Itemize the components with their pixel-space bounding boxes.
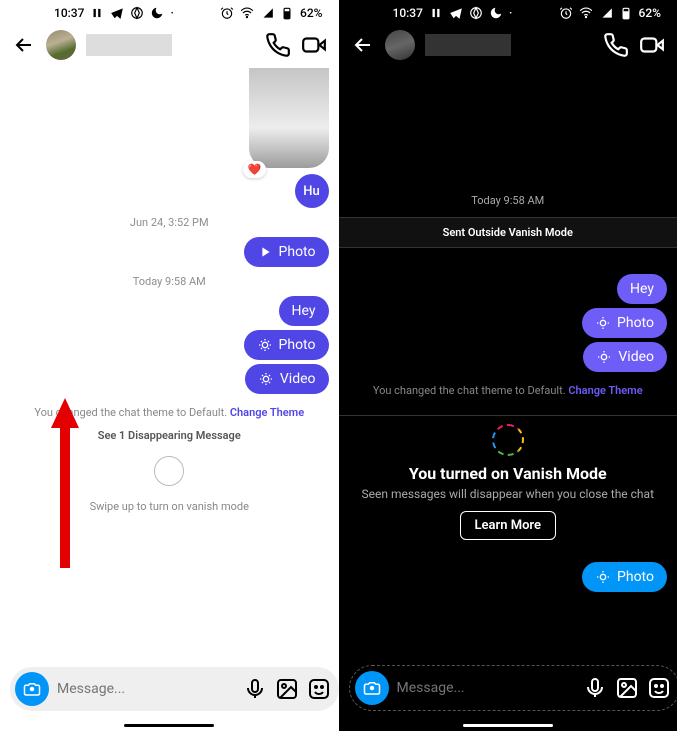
message-bubble[interactable]: Hey — [617, 274, 667, 304]
photo-message[interactable]: Photo — [244, 330, 329, 360]
change-theme-link[interactable]: Change Theme — [568, 384, 642, 397]
mic-icon[interactable] — [583, 676, 607, 700]
message-input[interactable] — [57, 681, 235, 697]
alarm-icon — [220, 6, 234, 20]
apps-icon — [469, 6, 483, 20]
wifi-icon — [240, 6, 254, 20]
camera-button[interactable] — [15, 672, 49, 706]
image-message[interactable]: ❤️ — [249, 68, 329, 168]
camera-button[interactable] — [355, 671, 389, 705]
contact-name-redacted[interactable] — [86, 34, 172, 56]
messages-area[interactable]: ❤️ Hu Jun 24, 3:52 PM Photo Today 9:58 A… — [0, 68, 339, 659]
theme-change-notice: You changed the chat theme to Default. C… — [349, 374, 668, 407]
composer — [339, 657, 677, 731]
photo-message[interactable]: Photo — [582, 562, 667, 592]
heart-reaction[interactable]: ❤️ — [243, 161, 267, 178]
gallery-icon[interactable] — [615, 676, 639, 700]
battery-icon — [619, 6, 633, 20]
message-input[interactable] — [397, 680, 575, 696]
sticker-icon[interactable] — [307, 677, 331, 701]
vanish-banner: You turned on Vanish Mode Seen messages … — [339, 415, 677, 554]
composer — [0, 659, 339, 731]
sticker-icon[interactable] — [647, 676, 671, 700]
moon-icon — [489, 6, 503, 20]
status-bar: 10:37 · 62% — [339, 0, 677, 22]
timestamp: Today 9:58 AM — [10, 269, 329, 294]
vanish-circle-icon — [154, 456, 184, 486]
audio-call-button[interactable] — [603, 32, 629, 58]
telegram-icon — [449, 6, 463, 20]
mic-icon[interactable] — [243, 677, 267, 701]
status-time: 10:37 — [393, 6, 423, 20]
video-call-button[interactable] — [301, 32, 327, 58]
battery-icon — [280, 6, 294, 20]
vanish-title: You turned on Vanish Mode — [357, 464, 660, 483]
video-message[interactable]: Video — [583, 342, 667, 372]
nav-handle[interactable] — [463, 724, 553, 727]
gallery-icon[interactable] — [275, 677, 299, 701]
outside-vanish-label: Sent Outside Vanish Mode — [339, 217, 677, 248]
nav-handle[interactable] — [124, 724, 214, 727]
battery-pct: 62% — [300, 6, 322, 20]
photo-message[interactable]: Photo — [582, 308, 667, 338]
swipe-hint: Swipe up to turn on vanish mode — [90, 500, 249, 513]
video-call-button[interactable] — [639, 32, 665, 58]
moon-icon — [150, 6, 164, 20]
timestamp: Today 9:58 AM — [349, 188, 668, 213]
back-button[interactable] — [12, 33, 36, 57]
pause-icon — [429, 6, 443, 20]
avatar[interactable] — [385, 30, 415, 60]
back-button[interactable] — [351, 33, 375, 57]
change-theme-link[interactable]: Change Theme — [230, 406, 304, 419]
avatar[interactable] — [46, 30, 76, 60]
alarm-icon — [559, 6, 573, 20]
status-time: 10:37 — [54, 6, 84, 20]
chat-header — [0, 22, 339, 68]
battery-pct: 62% — [639, 6, 661, 20]
apps-icon — [130, 6, 144, 20]
vanish-subtitle: Seen messages will disappear when you cl… — [357, 487, 660, 501]
timestamp: Jun 24, 3:52 PM — [10, 210, 329, 235]
messages-area[interactable]: Today 9:58 AM Sent Outside Vanish Mode H… — [339, 68, 677, 657]
vanish-ring-icon — [492, 424, 524, 456]
photo-message[interactable]: Photo — [244, 237, 329, 267]
message-bubble[interactable]: Hu — [295, 174, 329, 208]
wifi-icon — [579, 6, 593, 20]
signal-icon — [599, 6, 613, 20]
signal-icon — [260, 6, 274, 20]
chat-header — [339, 22, 677, 68]
message-bubble[interactable]: Hey — [279, 296, 329, 326]
status-bar: 10:37 · 62% — [0, 0, 339, 22]
pause-icon — [90, 6, 104, 20]
swipe-arrow-annotation — [50, 398, 80, 568]
telegram-icon — [110, 6, 124, 20]
video-message[interactable]: Video — [245, 364, 329, 394]
audio-call-button[interactable] — [265, 32, 291, 58]
contact-name-redacted[interactable] — [425, 34, 511, 56]
learn-more-button[interactable]: Learn More — [460, 511, 556, 540]
